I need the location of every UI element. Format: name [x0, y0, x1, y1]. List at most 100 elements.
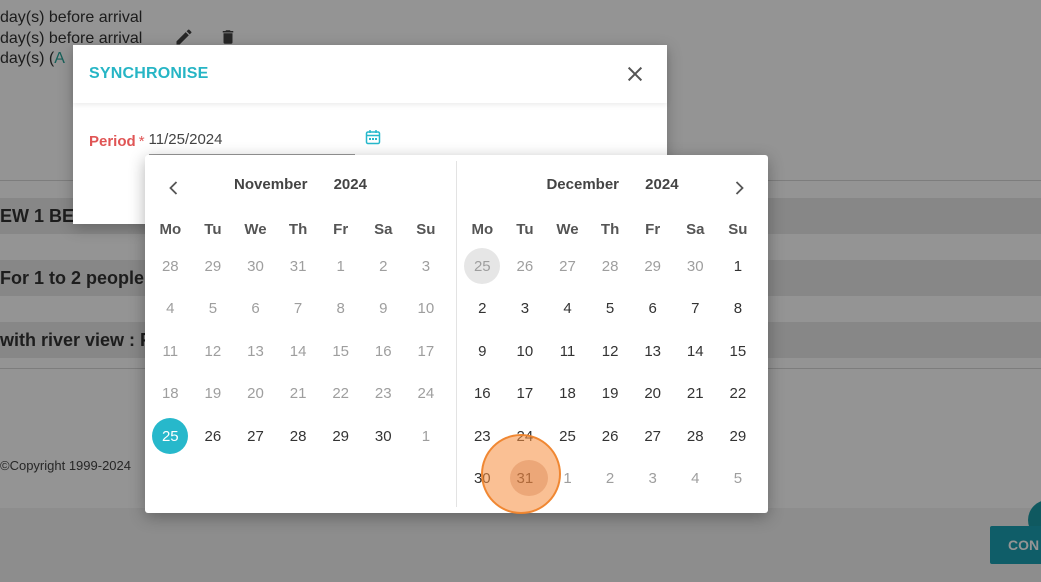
day-number: 29 — [729, 427, 747, 445]
day-cell[interactable]: 27 — [631, 415, 674, 458]
day-cell[interactable]: 20 — [631, 373, 674, 416]
day-cell[interactable]: 14 — [674, 330, 717, 373]
day-cell[interactable]: 30 — [461, 458, 504, 501]
day-cell[interactable]: 7 — [674, 288, 717, 331]
day-number: 9 — [379, 300, 388, 318]
calendar-icon[interactable] — [365, 129, 381, 145]
day-cell[interactable]: 9 — [461, 330, 504, 373]
day-cell[interactable]: 3 — [405, 245, 448, 288]
day-number: 18 — [161, 385, 179, 403]
day-cell[interactable]: 11 — [546, 330, 589, 373]
day-cell[interactable]: 26 — [589, 415, 632, 458]
day-cell[interactable]: 24 — [405, 373, 448, 416]
day-cell[interactable]: 22 — [319, 373, 362, 416]
day-cell[interactable]: 10 — [405, 288, 448, 331]
day-cell[interactable]: 20 — [234, 373, 277, 416]
day-cell[interactable]: 17 — [405, 330, 448, 373]
day-cell[interactable]: 6 — [631, 288, 674, 331]
day-cell[interactable]: 26 — [504, 245, 547, 288]
day-cell[interactable]: 10 — [504, 330, 547, 373]
day-cell[interactable]: 23 — [362, 373, 405, 416]
day-cell[interactable]: 1 — [405, 415, 448, 458]
day-number: 6 — [251, 300, 260, 318]
day-cell[interactable]: 6 — [234, 288, 277, 331]
day-cell[interactable]: 5 — [589, 288, 632, 331]
day-cell[interactable]: 28 — [674, 415, 717, 458]
day-cell[interactable]: 14 — [277, 330, 320, 373]
day-cell[interactable]: 18 — [149, 373, 192, 416]
day-cell[interactable]: 29 — [631, 245, 674, 288]
period-input[interactable]: 11/25/2024 — [148, 127, 355, 155]
day-cell[interactable]: 22 — [717, 373, 760, 416]
day-cell[interactable]: 5 — [192, 288, 235, 331]
year-name[interactable]: 2024 — [645, 176, 678, 193]
day-number: 25 — [559, 427, 576, 445]
day-cell[interactable]: 11 — [149, 330, 192, 373]
day-cell[interactable]: 8 — [319, 288, 362, 331]
day-cell[interactable]: 21 — [277, 373, 320, 416]
day-number: 15 — [332, 342, 350, 360]
day-cell[interactable]: 30 — [674, 245, 717, 288]
day-cell[interactable]: 30 — [362, 415, 405, 458]
day-cell[interactable]: 18 — [546, 373, 589, 416]
day-cell[interactable]: 15 — [319, 330, 362, 373]
day-cell[interactable]: 8 — [717, 288, 760, 331]
day-number: 17 — [516, 385, 534, 403]
day-cell[interactable]: 25 — [461, 245, 504, 288]
day-cell[interactable]: 1 — [546, 458, 589, 501]
day-cell[interactable]: 15 — [717, 330, 760, 373]
day-number: 9 — [478, 342, 487, 360]
day-cell[interactable]: 29 — [717, 415, 760, 458]
day-cell[interactable]: 28 — [589, 245, 632, 288]
day-cell[interactable]: 1 — [319, 245, 362, 288]
day-cell[interactable]: 4 — [674, 458, 717, 501]
month-name[interactable]: November — [234, 176, 307, 193]
day-cell[interactable]: 21 — [674, 373, 717, 416]
day-cell[interactable]: 1 — [717, 245, 760, 288]
day-cell[interactable]: 2 — [461, 288, 504, 331]
day-number: 25 — [152, 418, 189, 455]
day-cell[interactable]: 31 — [277, 245, 320, 288]
day-cell[interactable]: 23 — [461, 415, 504, 458]
day-number: 2 — [605, 470, 615, 488]
day-number: 24 — [417, 385, 435, 403]
day-number: 4 — [166, 300, 175, 318]
day-cell[interactable]: 29 — [192, 245, 235, 288]
day-cell[interactable]: 26 — [192, 415, 235, 458]
day-cell[interactable]: 2 — [362, 245, 405, 288]
day-cell[interactable]: 30 — [234, 245, 277, 288]
day-cell[interactable]: 4 — [149, 288, 192, 331]
day-cell[interactable]: 16 — [362, 330, 405, 373]
day-cell[interactable]: 28 — [149, 245, 192, 288]
weekday-header: Mo Tu We Th Fr Sa Su — [461, 221, 759, 243]
day-cell[interactable]: 13 — [631, 330, 674, 373]
day-cell[interactable]: 4 — [546, 288, 589, 331]
day-cell[interactable]: 25 — [546, 415, 589, 458]
day-cell[interactable]: 19 — [589, 373, 632, 416]
year-name[interactable]: 2024 — [334, 176, 367, 193]
day-cell[interactable]: 28 — [277, 415, 320, 458]
day-cell[interactable]: 19 — [192, 373, 235, 416]
day-cell[interactable]: 3 — [504, 288, 547, 331]
chevron-right-icon[interactable] — [730, 179, 748, 197]
day-cell[interactable]: 27 — [234, 415, 277, 458]
day-number: 11 — [559, 342, 576, 360]
day-cell[interactable]: 12 — [589, 330, 632, 373]
day-cell[interactable]: 3 — [631, 458, 674, 501]
day-cell[interactable]: 7 — [277, 288, 320, 331]
day-cell[interactable]: 9 — [362, 288, 405, 331]
day-cell[interactable]: 16 — [461, 373, 504, 416]
day-cell[interactable]: 24 — [504, 415, 547, 458]
day-cell[interactable]: 31 — [504, 458, 547, 501]
day-cell[interactable]: 29 — [319, 415, 362, 458]
day-cell[interactable]: 27 — [546, 245, 589, 288]
day-cell[interactable]: 12 — [192, 330, 235, 373]
day-cell[interactable]: 2 — [589, 458, 632, 501]
close-icon[interactable] — [625, 64, 645, 84]
day-cell[interactable]: 5 — [717, 458, 760, 501]
day-cell[interactable]: 17 — [504, 373, 547, 416]
day-cell[interactable]: 13 — [234, 330, 277, 373]
month-name[interactable]: December — [546, 176, 619, 193]
day-cell-selected[interactable]: 25 — [149, 415, 192, 458]
day-number: 7 — [691, 300, 700, 318]
